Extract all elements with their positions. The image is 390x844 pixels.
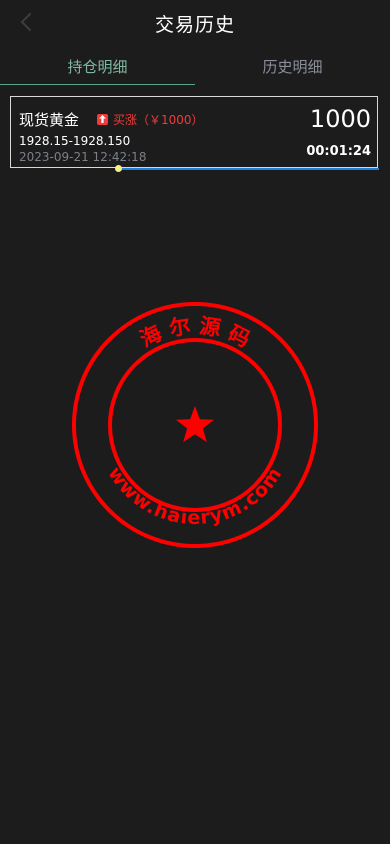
price-range: 1928.15-1928.150	[19, 134, 131, 148]
direction-label: 买涨（￥1000）	[113, 112, 204, 127]
seal-bottom-text: www.haierym.com	[103, 463, 286, 529]
page-title: 交易历史	[154, 13, 235, 36]
product-name: 现货黄金	[19, 111, 80, 129]
chevron-left-icon	[21, 13, 31, 31]
countdown-timer: 00:01:24	[306, 144, 371, 159]
time-progress-dot	[115, 165, 122, 172]
tab-history[interactable]: 历史明细	[195, 46, 390, 86]
tab-bar: 持仓明细 历史明细	[0, 46, 390, 86]
watermark-seal: 海 尔 源 码 www.haierym.com	[72, 302, 318, 548]
direction-badge: 买涨（￥1000）	[97, 111, 204, 127]
active-tab-indicator	[0, 84, 195, 85]
back-button[interactable]	[14, 10, 38, 34]
header-bar: 交易历史	[0, 0, 390, 46]
open-time: 2023-09-21 12:42:18	[19, 150, 147, 164]
time-progress-bar	[118, 168, 379, 170]
seal-top-text: 海 尔 源 码	[136, 314, 254, 352]
up-arrow-icon	[97, 113, 108, 125]
amount-value: 1000	[309, 105, 371, 133]
trade-history-page: 交易历史 持仓明细 历史明细 现货黄金 买涨（￥1000） 1928.15-19…	[0, 0, 390, 844]
tab-holdings[interactable]: 持仓明细	[0, 46, 195, 86]
star-icon	[176, 406, 214, 443]
position-card[interactable]: 现货黄金 买涨（￥1000） 1928.15-1928.150 2023-09-…	[10, 96, 378, 168]
